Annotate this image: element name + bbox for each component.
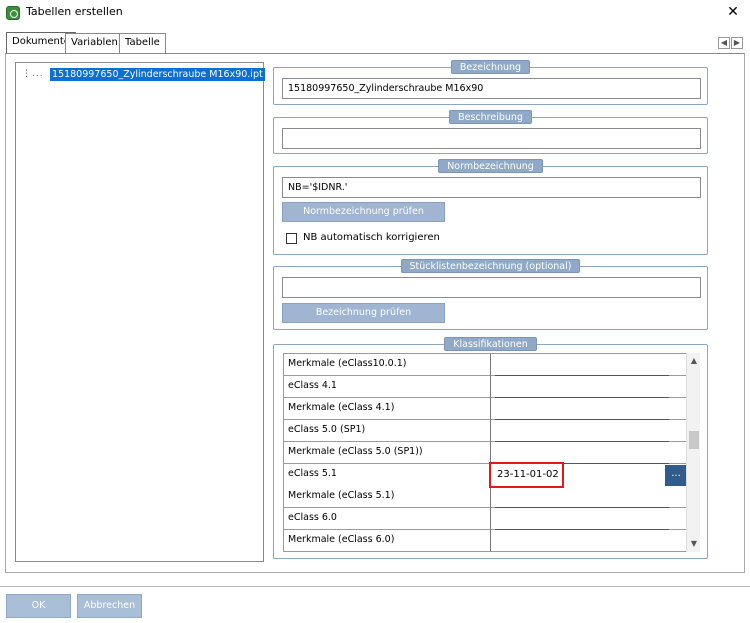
browse-button[interactable]: ... bbox=[665, 465, 687, 486]
eclass-value-highlight[interactable]: 23-11-01-02 bbox=[489, 462, 564, 488]
classification-value[interactable] bbox=[495, 508, 669, 530]
auto-correct-checkbox[interactable] bbox=[286, 233, 297, 244]
normbezeichnung-input[interactable]: NB='$IDNR.' bbox=[282, 177, 701, 198]
tab-variablen[interactable]: Variablen bbox=[65, 33, 124, 53]
table-row[interactable]: Merkmale (eClass10.0.1) bbox=[284, 354, 687, 376]
tab-scroll-left-icon[interactable]: ◀ bbox=[718, 37, 730, 49]
close-icon[interactable]: ✕ bbox=[724, 3, 742, 21]
title-bar: Tabellen erstellen ✕ bbox=[0, 0, 750, 26]
beschreibung-group: Beschreibung bbox=[273, 110, 708, 154]
table-row[interactable]: eClass 4.1 bbox=[284, 376, 687, 398]
classification-table: Merkmale (eClass10.0.1) eClass 4.1 Merkm… bbox=[283, 353, 688, 552]
classification-name: Merkmale (eClass 5.0 (SP1)) bbox=[288, 446, 423, 457]
scroll-thumb[interactable] bbox=[689, 431, 699, 449]
klassifikationen-group: Klassifikationen Merkmale (eClass10.0.1)… bbox=[273, 337, 708, 559]
stueckliste-input[interactable] bbox=[282, 277, 701, 298]
classification-value[interactable] bbox=[495, 486, 669, 508]
bezeichnung-group: Bezeichnung 15180997650_Zylinderschraube… bbox=[273, 60, 708, 105]
column-divider bbox=[490, 354, 491, 551]
ok-button[interactable]: OK bbox=[6, 594, 71, 618]
classification-value[interactable] bbox=[495, 398, 669, 420]
table-row[interactable]: eClass 5.0 (SP1) bbox=[284, 420, 687, 442]
classification-name: eClass 5.1 bbox=[288, 468, 337, 479]
classification-name: eClass 5.0 (SP1) bbox=[288, 424, 366, 435]
scroll-down-icon[interactable]: ▼ bbox=[687, 538, 701, 550]
tree-connector: ⋮... bbox=[22, 69, 44, 79]
app-icon bbox=[6, 6, 20, 20]
stueckliste-legend: Stücklistenbezeichnung (optional) bbox=[400, 259, 581, 273]
normbezeichnung-legend: Normbezeichnung bbox=[438, 159, 543, 173]
classification-value[interactable] bbox=[495, 420, 669, 442]
classification-value[interactable] bbox=[495, 530, 669, 551]
klassifikationen-legend: Klassifikationen bbox=[444, 337, 537, 351]
bezeichnung-legend: Bezeichnung bbox=[450, 60, 531, 74]
classification-name: eClass 6.0 bbox=[288, 512, 337, 523]
eclass-value: 23-11-01-02 bbox=[497, 469, 559, 480]
cancel-button[interactable]: Abbrechen bbox=[77, 594, 142, 618]
document-item[interactable]: 15180997650_Zylinderschraube M16x90.ipt bbox=[50, 68, 265, 81]
bezeichnung-pruefen-button[interactable]: Bezeichnung prüfen bbox=[282, 303, 445, 323]
classification-name: Merkmale (eClass 4.1) bbox=[288, 402, 395, 413]
tab-scroll-right-icon[interactable]: ▶ bbox=[731, 37, 743, 49]
table-row[interactable]: eClass 6.0 bbox=[284, 508, 687, 530]
tab-scroll: ◀ ▶ bbox=[718, 37, 744, 49]
classification-name: eClass 4.1 bbox=[288, 380, 337, 391]
normbezeichnung-group: Normbezeichnung NB='$IDNR.' Normbezeichn… bbox=[273, 159, 708, 255]
footer-divider bbox=[0, 586, 750, 587]
table-row[interactable]: Merkmale (eClass 4.1) bbox=[284, 398, 687, 420]
tab-tabelle[interactable]: Tabelle bbox=[119, 33, 166, 53]
table-row[interactable]: Merkmale (eClass 5.0 (SP1)) bbox=[284, 442, 687, 464]
bezeichnung-input[interactable]: 15180997650_Zylinderschraube M16x90 bbox=[282, 78, 701, 99]
classification-value[interactable] bbox=[495, 376, 669, 398]
beschreibung-legend: Beschreibung bbox=[449, 110, 532, 124]
normbezeichnung-pruefen-button[interactable]: Normbezeichnung prüfen bbox=[282, 202, 445, 222]
window-title: Tabellen erstellen bbox=[26, 5, 123, 18]
classification-value[interactable] bbox=[495, 442, 669, 464]
classification-scrollbar[interactable]: ▲ ▼ bbox=[686, 353, 700, 552]
beschreibung-input[interactable] bbox=[282, 128, 701, 149]
classification-name: Merkmale (eClass10.0.1) bbox=[288, 358, 407, 369]
scroll-up-icon[interactable]: ▲ bbox=[687, 355, 701, 367]
document-list[interactable]: ⋮... 15180997650_Zylinderschraube M16x90… bbox=[15, 62, 265, 562]
table-row[interactable]: Merkmale (eClass 6.0) bbox=[284, 530, 687, 551]
table-row-selected[interactable]: eClass 5.1 bbox=[284, 464, 687, 486]
stueckliste-group: Stücklistenbezeichnung (optional) Bezeic… bbox=[273, 259, 708, 330]
classification-value[interactable] bbox=[495, 354, 669, 376]
table-row[interactable]: Merkmale (eClass 5.1) bbox=[284, 486, 687, 508]
classification-name: Merkmale (eClass 6.0) bbox=[288, 534, 395, 545]
classification-name: Merkmale (eClass 5.1) bbox=[288, 490, 395, 501]
auto-correct-label: NB automatisch korrigieren bbox=[303, 232, 440, 243]
